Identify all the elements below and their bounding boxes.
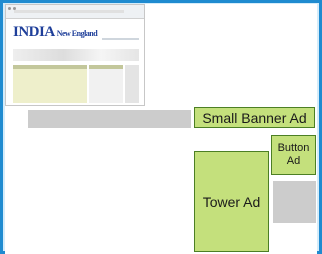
address-bar	[14, 10, 124, 13]
button-placeholder	[273, 181, 316, 223]
banner-placeholder	[28, 110, 191, 128]
tower-ad[interactable]: Tower Ad	[194, 151, 269, 252]
panel-header	[13, 65, 87, 69]
logo-main-text: INDIA	[13, 24, 55, 40]
button-ad[interactable]: Button Ad	[271, 135, 316, 175]
logo-sub-text: New England	[56, 29, 98, 38]
window-control-icon	[8, 7, 11, 10]
panel-header	[89, 65, 123, 69]
small-banner-ad[interactable]: Small Banner Ad	[194, 107, 315, 128]
site-banner-image	[13, 49, 139, 61]
news-panel	[89, 65, 123, 103]
website-thumbnail: INDIA New England	[5, 4, 145, 106]
side-box	[125, 65, 139, 103]
content-panel	[13, 65, 87, 103]
site-logo: INDIA New England	[13, 24, 98, 41]
header-text-line	[102, 38, 139, 40]
browser-chrome	[6, 5, 144, 19]
